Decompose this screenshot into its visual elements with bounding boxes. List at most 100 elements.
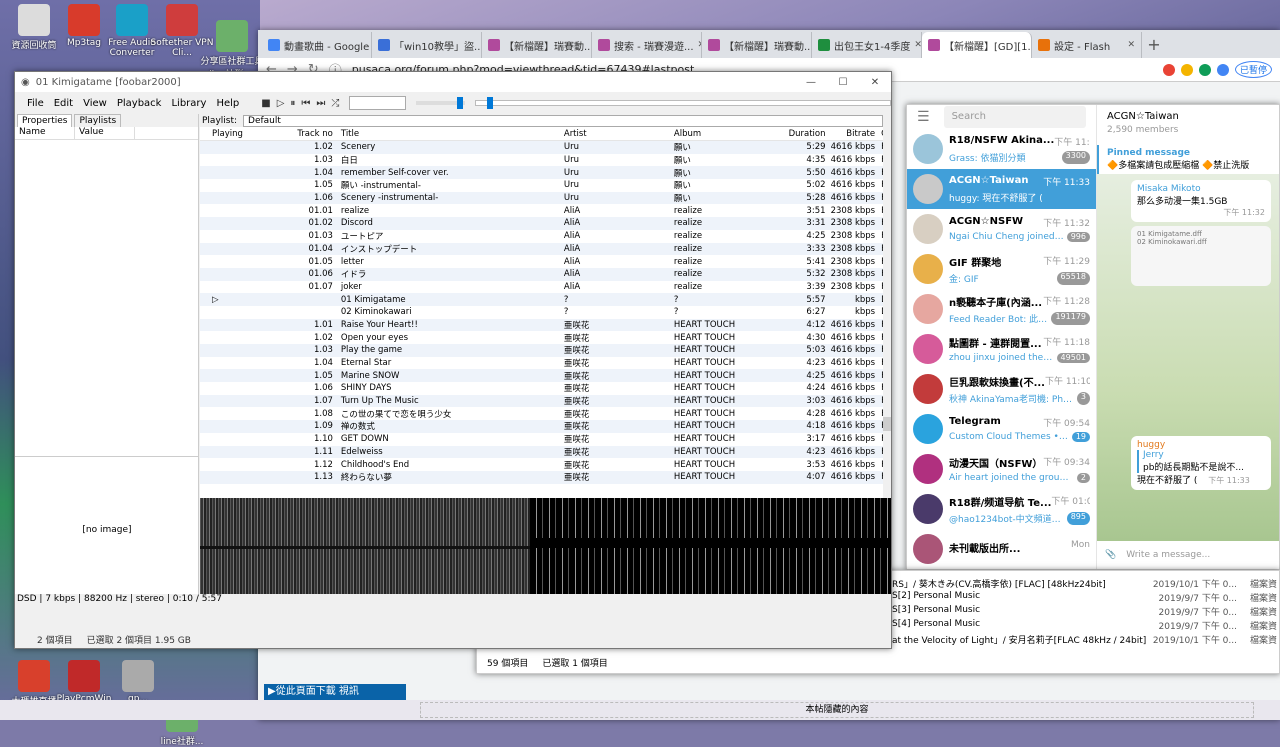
- menu-item[interactable]: View: [83, 98, 107, 109]
- track-row[interactable]: 1.04 Eternal Star 亜咲花 HEART TOUCH 4:23 4616 k…: [200, 357, 891, 370]
- track-row[interactable]: 1.06 Scenery -instrumental- Uru 願い 5:28 4616 …: [200, 191, 891, 205]
- menu-item[interactable]: Help: [216, 98, 239, 109]
- track-row[interactable]: 01.06イドラAliArealize5:322308 kbpsFL: [200, 267, 891, 281]
- property-column-header[interactable]: Name: [15, 127, 75, 139]
- chat-list-item[interactable]: ACGN☆Taiwan 下午 11:33 huggy: 現在不舒服了 (: [907, 169, 1096, 209]
- panel-tab[interactable]: Properties: [17, 114, 73, 127]
- browser-tab[interactable]: 【新檔醒】[GD][1...✕: [922, 32, 1032, 58]
- menu-item[interactable]: Library: [171, 98, 206, 109]
- close-tab-icon[interactable]: ✕: [1127, 40, 1135, 50]
- track-row[interactable]: 1.01 Raise Your Heart!! 亜咲花 HEART TOUCH 4:12…: [200, 318, 891, 332]
- track-row[interactable]: 1.13終わらない夢亜咲花HEART TOUCH4:074616 kbpsFL: [200, 470, 891, 484]
- menu-item[interactable]: File: [27, 98, 44, 109]
- track-row[interactable]: 1.12 Childhood's End 亜咲花 HEART TOUCH 3:53 461…: [200, 458, 891, 471]
- track-row[interactable]: 1.10GET DOWN亜咲花HEART TOUCH3:174616 kbpsF…: [200, 433, 891, 446]
- play-icon[interactable]: ▷: [277, 98, 285, 109]
- track-row[interactable]: 01.02DiscordAliArealize3:312308 kbpsFL: [200, 217, 891, 230]
- chat-list-item[interactable]: R18群/频道导航 Te...下午 01:08 @hao1234bot-中文頻道群…: [907, 489, 1096, 529]
- track-row[interactable]: ▷01 Kimigatame??5:57kbpsD: [200, 293, 891, 306]
- file-row[interactable]: S[2] Personal Music 2019/9/7 下午 0... 檔案資: [892, 591, 1277, 604]
- track-row[interactable]: 01.04インストップデートAliArealize3:332308 kbpsFL: [200, 242, 891, 256]
- column-header[interactable]: Artist: [560, 129, 670, 139]
- track-row[interactable]: 01.07jokerAliArealize3:392308 kbpsFL: [200, 281, 891, 294]
- message-input[interactable]: 📎 Write a message...: [1097, 541, 1279, 569]
- browser-tab[interactable]: 【新檔醒】瑞賽動...✕: [702, 32, 812, 58]
- chat-list-item[interactable]: ACGN☆NSFW 下午 11:32 Ngai Chiu Cheng joined …: [907, 209, 1096, 249]
- file-row[interactable]: S[3] Personal Music 2019/9/7 下午 0... 檔案資: [892, 605, 1277, 618]
- browser-tab[interactable]: 搜索 - 瑞賽漫遊...✕: [592, 32, 702, 58]
- download-video-bar[interactable]: ▶從此頁面下載 視訊: [264, 684, 406, 700]
- column-header[interactable]: Bitrate: [830, 129, 880, 139]
- message-bubble[interactable]: Misaka Mikoto 那么多动漫一集1.5GB 下午 11:32: [1131, 180, 1271, 222]
- column-header[interactable]: Playing: [200, 129, 250, 139]
- track-row[interactable]: 1.03白日Uru願い4:354616 kbpsFL: [200, 154, 891, 167]
- chat-list-item[interactable]: R18/NSFW Akina...下午 11:26 Grass: 依猫別分類 330…: [907, 129, 1096, 169]
- column-header[interactable]: Duration: [780, 129, 830, 139]
- attach-icon[interactable]: 📎: [1105, 550, 1116, 560]
- track-row[interactable]: 1.02 Open your eyes 亜咲花 HEART TOUCH 4:30 4616…: [200, 331, 891, 344]
- profile-paused-badge[interactable]: 已暫停: [1234, 61, 1272, 78]
- seek-bar[interactable]: [474, 97, 891, 109]
- file-row[interactable]: at the Velocity of Light」/ 安月名莉子[FLAC 48…: [892, 633, 1277, 646]
- new-tab-button[interactable]: +: [1142, 32, 1166, 58]
- desktop-icon[interactable]: qp...: [106, 660, 170, 704]
- property-column-header[interactable]: Value: [75, 127, 135, 139]
- track-row[interactable]: 1.05願い -instrumental-Uru願い5:024616 kbpsF…: [200, 179, 891, 192]
- playlist-dropdown[interactable]: Default: [243, 114, 884, 127]
- close-button[interactable]: ✕: [859, 77, 891, 88]
- image-attachment[interactable]: 01 Kimigatame.dff 02 Kiminokawari.dff: [1131, 226, 1271, 286]
- scrollbar[interactable]: [883, 127, 891, 499]
- track-row[interactable]: 1.02SceneryUru願い5:294616 kbpsFL: [200, 141, 891, 154]
- extension-icon[interactable]: [1162, 63, 1175, 76]
- track-row[interactable]: 1.07 Turn Up The Music 亜咲花 HEART TOUCH 3:03 4…: [200, 394, 891, 408]
- browser-tab[interactable]: 【新檔醒】瑞賽動...✕: [482, 32, 592, 58]
- star-icon[interactable]: [1180, 63, 1193, 76]
- message-bubble[interactable]: huggy Jerry pb的話長期點不是說不... 現在不舒服了 ( 下午 1…: [1131, 436, 1271, 490]
- browser-tab[interactable]: 「win10教學」盜...✕: [372, 32, 482, 58]
- pause-icon[interactable]: ⏸: [290, 98, 295, 109]
- extension-icon[interactable]: [1216, 63, 1229, 76]
- menu-icon[interactable]: ☰: [917, 109, 930, 125]
- search-input[interactable]: Search: [943, 106, 1086, 128]
- chat-list-item[interactable]: 點圖群 - 連群閱置... 下午 11:18 zhou jinxu joined t…: [907, 329, 1096, 369]
- column-header[interactable]: Title: [337, 129, 560, 139]
- pinned-message[interactable]: Pinned message 🔶多檔案請包成壓縮檔 🔶禁止洗版: [1097, 145, 1279, 174]
- maximize-button[interactable]: ☐: [827, 77, 859, 88]
- previous-icon[interactable]: ⏮: [301, 98, 310, 109]
- panel-tab[interactable]: Playlists: [74, 114, 122, 127]
- track-row[interactable]: 1.03 Play the game 亜咲花 HEART TOUCH 5:03 4616 …: [200, 344, 891, 357]
- file-row[interactable]: S[4] Personal Music 2019/9/7 下午 0... 檔案資: [892, 619, 1277, 632]
- browser-tab[interactable]: 設定 - Flash ✕: [1032, 32, 1142, 58]
- menu-item[interactable]: Playback: [117, 98, 162, 109]
- column-header[interactable]: Album: [670, 129, 780, 139]
- track-row[interactable]: 1.11 Edelweiss 亜咲花 HEART TOUCH 4:23 4616 kbps…: [200, 445, 891, 459]
- track-row[interactable]: 1.06 SHINY DAYS 亜咲花 HEART TOUCH 4:24 4616 kbp…: [200, 382, 891, 395]
- volume-slider[interactable]: [415, 97, 465, 109]
- stop-icon[interactable]: ■: [261, 98, 270, 109]
- track-row[interactable]: 1.04 remember Self-cover ver. Uru 願い 5:50 461…: [200, 166, 891, 180]
- track-row[interactable]: 01.01realizeAliArealize3:512308 kbpsFL: [200, 204, 891, 217]
- chat-header[interactable]: ACGN☆Taiwan 2,590 members: [1097, 105, 1279, 145]
- chat-list-item[interactable]: n褻聽本子庫(內涵... 下午 11:28 Feed Reader Bot: 此說.…: [907, 289, 1096, 329]
- chat-list-item[interactable]: GIF 群聚地 下午 11:29 金: GIF 65518: [907, 249, 1096, 289]
- track-row[interactable]: 01.05letterAliArealize5:412308 kbpsFL: [200, 255, 891, 268]
- close-tab-icon[interactable]: ✕: [914, 40, 921, 50]
- column-header[interactable]: Track no: [250, 129, 337, 139]
- track-row[interactable]: 01.03ユートピアAliArealize4:252308 kbpsFL: [200, 230, 891, 243]
- chat-list-item[interactable]: 动漫天国（NSFW） 下午 09:34 Air heart joined the g…: [907, 449, 1096, 489]
- chat-list-item[interactable]: 巨乳跟軟妹換畫(不... 下午 11:10 秋神 AkinaYama老司機: Pho…: [907, 369, 1096, 409]
- extension-icon[interactable]: [1198, 63, 1211, 76]
- browser-tab[interactable]: 動畫歌曲 - Google✕: [262, 32, 372, 58]
- minimize-button[interactable]: —: [795, 77, 827, 88]
- chat-list-item[interactable]: Telegram 下午 09:54 Custom Cloud Themes • Cr…: [907, 409, 1096, 449]
- track-row[interactable]: 02 Kiminokawari??6:27kbpsD: [200, 306, 891, 319]
- chat-list-item[interactable]: 未刊載版出所... Mon: [907, 529, 1096, 569]
- random-icon[interactable]: ⤮: [331, 98, 339, 109]
- track-row[interactable]: 1.08 この世の果てで恋を唄う少女 亜咲花 HEART TOUCH 4:28 4616 …: [200, 407, 891, 420]
- track-row[interactable]: 1.05 Marine SNOW 亜咲花 HEART TOUCH 4:25 4616 kb…: [200, 369, 891, 383]
- file-row[interactable]: RS」/ 葵木きみ(CV.高橋李依) [FLAC] [48kHz24bit] 20…: [892, 577, 1277, 590]
- menu-item[interactable]: Edit: [54, 98, 73, 109]
- track-row[interactable]: 1.09禅の数式亜咲花HEART TOUCH4:184616 kbpsFL: [200, 420, 891, 433]
- next-icon[interactable]: ⏭: [316, 98, 325, 109]
- browser-tab[interactable]: 出包王女1-4季度 ✕: [812, 32, 922, 58]
